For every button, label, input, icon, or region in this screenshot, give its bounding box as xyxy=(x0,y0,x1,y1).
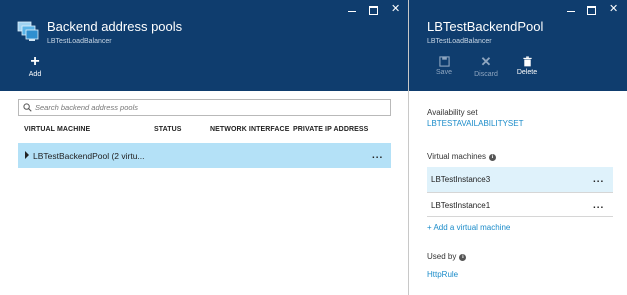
blade-subtitle: LBTestLoadBalancer xyxy=(427,38,492,45)
blade-title: Backend address pools xyxy=(47,19,183,34)
maximize-icon[interactable] xyxy=(587,6,596,15)
more-options-icon[interactable]: ... xyxy=(372,151,383,161)
more-options-icon[interactable]: ... xyxy=(593,201,604,211)
vm-name: LBTestInstance3 xyxy=(431,175,491,184)
save-label: Save xyxy=(436,69,452,76)
column-header-private-ip[interactable]: PRIVATE IP ADDRESS xyxy=(293,126,368,133)
used-by-link[interactable]: HttpRule xyxy=(427,270,458,279)
search-box[interactable] xyxy=(18,99,391,116)
vm-name: LBTestInstance1 xyxy=(431,201,491,210)
pool-name: LBTestBackendPool (2 virtu... xyxy=(33,151,145,161)
virtual-machines-heading: Virtual machines i xyxy=(427,152,496,161)
backend-pool-icon xyxy=(17,21,39,41)
search-icon xyxy=(23,103,32,112)
blade-title: LBTestBackendPool xyxy=(427,19,544,34)
minimize-icon[interactable] xyxy=(348,4,356,16)
availability-set-link[interactable]: LBTESTAVAILABILITYSET xyxy=(427,119,523,128)
column-header-virtual-machine[interactable]: VIRTUAL MACHINE xyxy=(24,126,90,133)
info-icon[interactable]: i xyxy=(489,154,496,161)
list-item[interactable]: LBTestInstance1 ... xyxy=(427,192,613,217)
list-item[interactable]: LBTestInstance3 ... xyxy=(427,167,613,192)
search-input[interactable] xyxy=(35,101,385,114)
used-by-heading: Used by i xyxy=(427,252,467,261)
backend-pools-blade: Backend address pools LBTestLoadBalancer… xyxy=(0,0,408,295)
blade-subtitle: LBTestLoadBalancer xyxy=(47,38,112,45)
table-row[interactable]: LBTestBackendPool (2 virtu... ... xyxy=(18,143,391,168)
plus-icon: + xyxy=(30,53,40,70)
delete-button[interactable]: Delete xyxy=(511,55,543,76)
virtual-machines-label: Virtual machines xyxy=(427,152,486,161)
close-icon[interactable]: ✕ xyxy=(609,3,618,15)
save-button[interactable]: Save xyxy=(428,55,460,76)
blade-header: Backend address pools LBTestLoadBalancer… xyxy=(0,0,408,91)
column-header-network-interface[interactable]: NETWORK INTERFACE xyxy=(210,126,289,133)
blade-header: LBTestBackendPool LBTestLoadBalancer ✕ S… xyxy=(409,0,627,91)
backend-pool-detail-blade: LBTestBackendPool LBTestLoadBalancer ✕ S… xyxy=(409,0,627,295)
trash-icon xyxy=(522,56,532,67)
delete-label: Delete xyxy=(516,69,538,76)
save-icon xyxy=(438,56,450,67)
add-virtual-machine-link[interactable]: + Add a virtual machine xyxy=(427,223,510,232)
add-button[interactable]: + Add xyxy=(19,53,51,79)
add-label: Add xyxy=(28,71,42,78)
more-options-icon[interactable]: ... xyxy=(593,175,604,185)
discard-x-icon: ✕ xyxy=(480,54,492,69)
expand-caret-icon[interactable] xyxy=(25,151,29,159)
column-header-status[interactable]: STATUS xyxy=(154,126,182,133)
used-by-label: Used by xyxy=(427,252,457,261)
info-icon[interactable]: i xyxy=(459,254,467,261)
discard-label: Discard xyxy=(474,71,498,78)
maximize-icon[interactable] xyxy=(369,6,378,15)
availability-set-label: Availability set xyxy=(427,108,478,117)
close-icon[interactable]: ✕ xyxy=(391,3,400,15)
minimize-icon[interactable] xyxy=(567,4,575,16)
discard-button[interactable]: ✕ Discard xyxy=(470,54,502,79)
